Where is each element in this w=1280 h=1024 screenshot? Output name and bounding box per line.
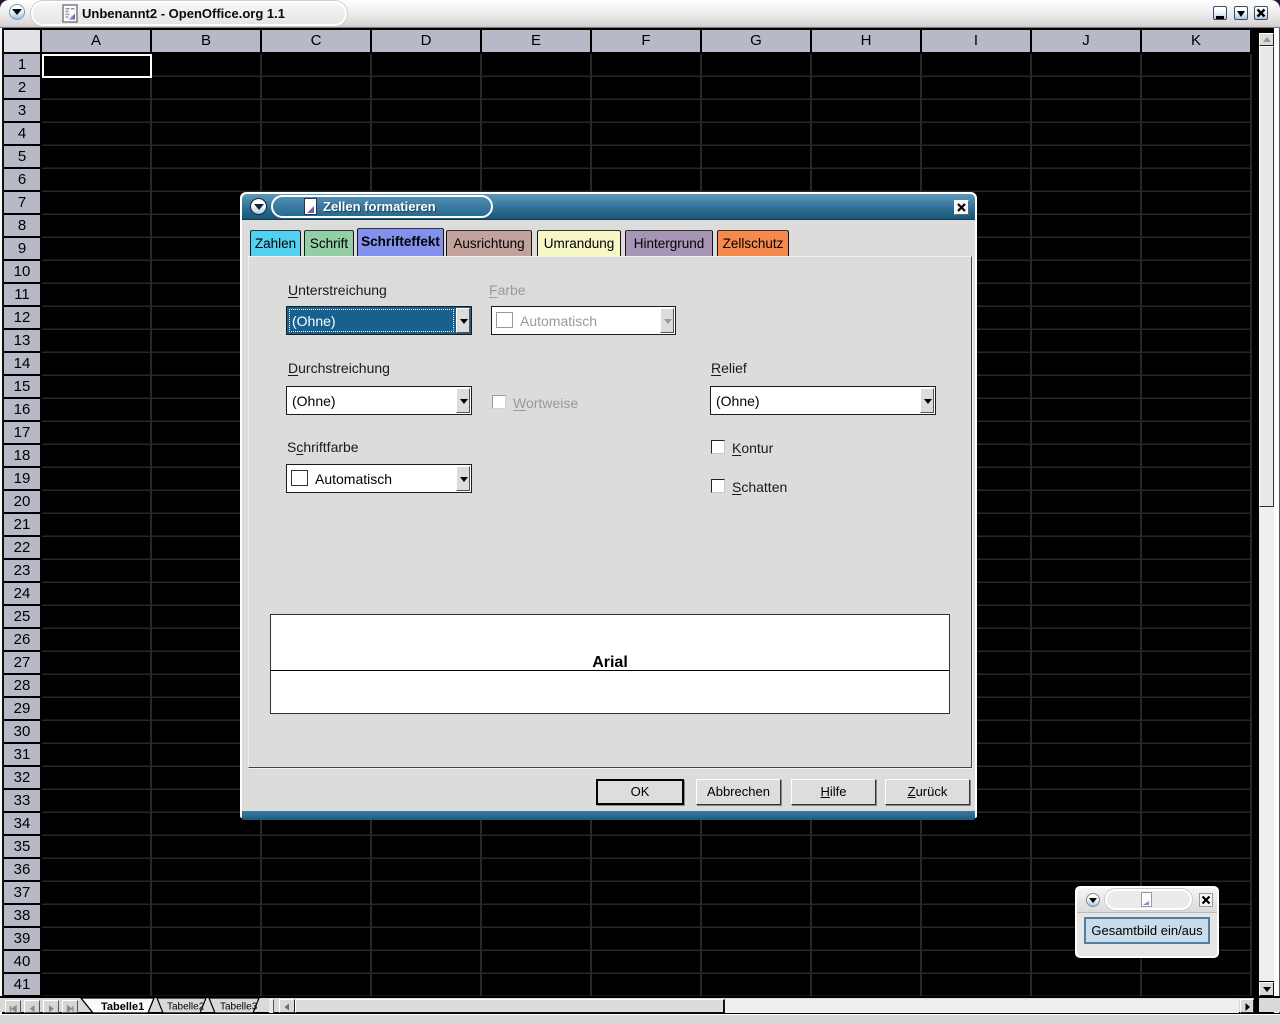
- svg-text:Tabelle2: Tabelle2: [167, 1002, 205, 1013]
- svg-text:Tabelle1: Tabelle1: [101, 1001, 144, 1013]
- svg-text:Tabelle3: Tabelle3: [220, 1002, 258, 1013]
